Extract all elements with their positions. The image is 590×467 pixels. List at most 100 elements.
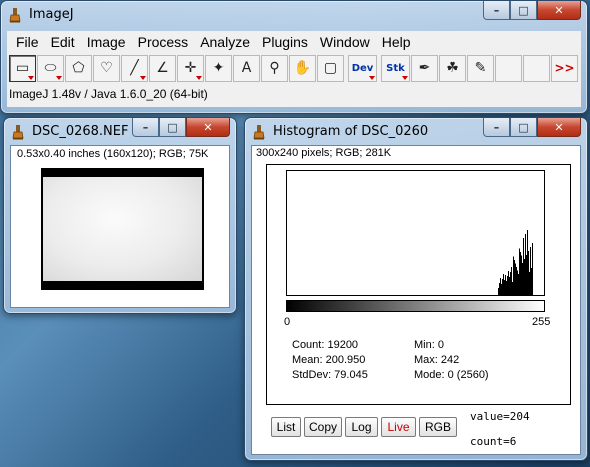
stk-menu-button[interactable]: Stk (381, 54, 410, 82)
image-titlebar[interactable]: DSC_0268.NEF – □ ✕ (4, 118, 236, 146)
tool-bar: ▭ ⬭ ⬠ ♡ ╱ ∠ ✛ ✦ A ⚲ ✋ ▢ Dev Stk ✒ ☘ ✎ >> (7, 53, 581, 83)
line-tool-glyph: ╱ (130, 60, 139, 76)
histogram-bar (511, 267, 512, 295)
dropdown-indicator-icon (140, 75, 146, 80)
brush-tool-icon[interactable]: ✒ (411, 54, 438, 82)
minimize-button[interactable]: – (483, 118, 510, 137)
menu-process[interactable]: Process (132, 34, 195, 50)
main-titlebar[interactable]: ImageJ – □ ✕ (1, 1, 587, 29)
histogram-bar (500, 278, 501, 295)
image-client-area: 0.53x0.40 inches (160x120); RGB; 75K (10, 145, 230, 308)
angle-tool-glyph: ∠ (156, 60, 169, 76)
stat-mode: Mode: 0 (2560) (414, 369, 489, 381)
imagej-logo-icon (9, 8, 21, 23)
minimize-button[interactable]: – (132, 118, 159, 137)
status-bar: ImageJ 1.48v / Java 1.6.0_20 (64-bit) (7, 83, 581, 107)
point-tool-glyph: ✛ (184, 60, 197, 76)
line-tool-icon[interactable]: ╱ (121, 54, 148, 82)
histogram-bar (516, 267, 517, 295)
pencil-tool-icon[interactable]: ✎ (467, 54, 494, 82)
maximize-button[interactable]: □ (510, 118, 537, 137)
dev-menu-button[interactable]: Dev (348, 54, 377, 82)
value-readout: value=204 (470, 410, 530, 423)
close-button[interactable]: ✕ (537, 1, 581, 20)
histogram-bar (501, 284, 502, 295)
text-tool-icon[interactable]: A (233, 54, 260, 82)
histogram-bar (513, 256, 514, 295)
histogram-bar (525, 234, 526, 295)
main-window-title: ImageJ (29, 7, 74, 22)
image-info-text: 0.53x0.40 inches (160x120); RGB; 75K (17, 148, 209, 160)
close-button[interactable]: ✕ (186, 118, 230, 137)
stat-stddev: StdDev: 79.045 (292, 369, 368, 381)
brush-tool-glyph: ✒ (418, 60, 431, 76)
imagej-logo-icon (253, 125, 265, 140)
more-tools-button[interactable]: >> (551, 54, 578, 82)
color-picker-tool-icon[interactable]: ▢ (317, 54, 344, 82)
menu-image[interactable]: Image (81, 34, 132, 50)
hand-tool-glyph: ✋ (293, 60, 312, 76)
histogram-info-text: 300x240 pixels; RGB; 281K (256, 147, 392, 159)
color-picker-tool-glyph: ▢ (323, 60, 338, 76)
log-button[interactable]: Log (345, 417, 378, 437)
magnifier-tool-icon[interactable]: ⚲ (261, 54, 288, 82)
stat-min: Min: 0 (414, 339, 444, 351)
oval-tool-icon[interactable]: ⬭ (37, 54, 64, 82)
histogram-bar (505, 275, 506, 295)
maximize-button[interactable]: □ (510, 1, 537, 20)
list-button[interactable]: List (271, 417, 301, 437)
histogram-bar (498, 288, 499, 295)
rectangle-tool-glyph: ▭ (15, 60, 30, 76)
flood-fill-tool-icon[interactable]: ☘ (439, 54, 466, 82)
histogram-bar (503, 274, 504, 295)
close-button[interactable]: ✕ (537, 118, 581, 137)
angle-tool-icon[interactable]: ∠ (149, 54, 176, 82)
menu-plugins[interactable]: Plugins (256, 34, 314, 50)
imagej-main-window: ImageJ – □ ✕ File Edit Image Process Analyze… (0, 0, 588, 114)
menu-help[interactable]: Help (376, 34, 417, 50)
histogram-bar (517, 270, 518, 295)
dropdown-indicator-icon (369, 75, 375, 80)
live-button[interactable]: Live (381, 417, 416, 437)
stat-count: Count: 19200 (292, 339, 359, 351)
point-tool-icon[interactable]: ✛ (177, 54, 204, 82)
empty-tool-slot (495, 54, 522, 82)
histogram-bar (529, 272, 530, 295)
axis-min-label: 0 (284, 316, 291, 328)
wand-tool-icon[interactable]: ✦ (205, 54, 232, 82)
histogram-bar (499, 283, 500, 295)
text-tool-glyph: A (241, 60, 252, 76)
histogram-titlebar[interactable]: Histogram of DSC_0260 – □ ✕ (245, 118, 587, 146)
histogram-bar (526, 255, 527, 295)
stat-max: Max: 242 (414, 354, 460, 366)
wand-tool-glyph: ✦ (212, 60, 225, 76)
menu-bar: File Edit Image Process Analyze Plugins Window… (7, 31, 581, 53)
maximize-button[interactable]: □ (159, 118, 186, 137)
oval-tool-glyph: ⬭ (44, 60, 57, 76)
histogram-client-area: 300x240 pixels; RGB; 281K 0 255 Count: 1… (251, 145, 581, 455)
freehand-tool-icon[interactable]: ♡ (93, 54, 120, 82)
histogram-bar (524, 259, 525, 295)
rgb-button[interactable]: RGB (419, 417, 457, 437)
histogram-bar (515, 263, 516, 295)
image-window-title: DSC_0268.NEF (32, 124, 129, 139)
histogram-bar (519, 248, 520, 295)
dropdown-indicator-icon (402, 75, 408, 80)
menu-edit[interactable]: Edit (45, 34, 81, 50)
histogram-window-title: Histogram of DSC_0260 (273, 124, 429, 139)
menu-analyze[interactable]: Analyze (194, 34, 256, 50)
menu-window[interactable]: Window (314, 34, 376, 50)
minimize-button[interactable]: – (483, 1, 510, 20)
empty-tool-slot (523, 54, 550, 82)
image-canvas[interactable] (41, 168, 204, 290)
menu-file[interactable]: File (10, 34, 45, 50)
polygon-tool-icon[interactable]: ⬠ (65, 54, 92, 82)
histogram-bar (512, 282, 513, 295)
histogram-bar (502, 279, 503, 295)
copy-button[interactable]: Copy (304, 417, 342, 437)
axis-max-label: 255 (532, 316, 551, 328)
pencil-tool-glyph: ✎ (474, 60, 487, 76)
gray-scale-bar (286, 300, 545, 312)
hand-tool-icon[interactable]: ✋ (289, 54, 316, 82)
rectangle-tool-icon[interactable]: ▭ (9, 54, 36, 82)
